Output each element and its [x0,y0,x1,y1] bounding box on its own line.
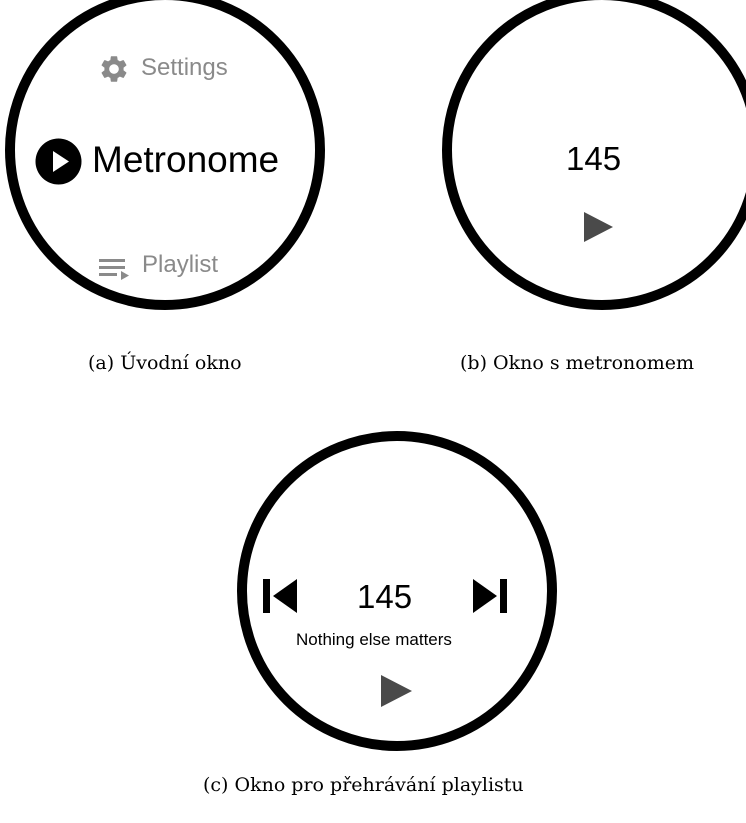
skip-previous-icon[interactable] [261,578,299,614]
play-icon[interactable] [582,211,614,243]
settings-menu-item[interactable]: Settings [141,54,228,82]
play-circle-icon[interactable] [35,138,82,185]
caption-a: (a) Úvodní okno [88,352,242,374]
playlist-menu-item[interactable]: Playlist [142,251,218,279]
bpm-value: 145 [566,140,622,177]
gear-icon[interactable] [98,53,130,85]
caption-c: (c) Okno pro přehrávání playlistu [203,774,524,796]
metronome-menu-item[interactable]: Metronome [92,139,279,181]
caption-b: (b) Okno s metronomem [460,352,694,374]
play-icon[interactable] [379,674,413,708]
song-title: Nothing else matters [296,630,452,649]
playlist-icon[interactable] [98,256,132,284]
bpm-value: 145 [357,578,413,615]
skip-next-icon[interactable] [471,578,509,614]
